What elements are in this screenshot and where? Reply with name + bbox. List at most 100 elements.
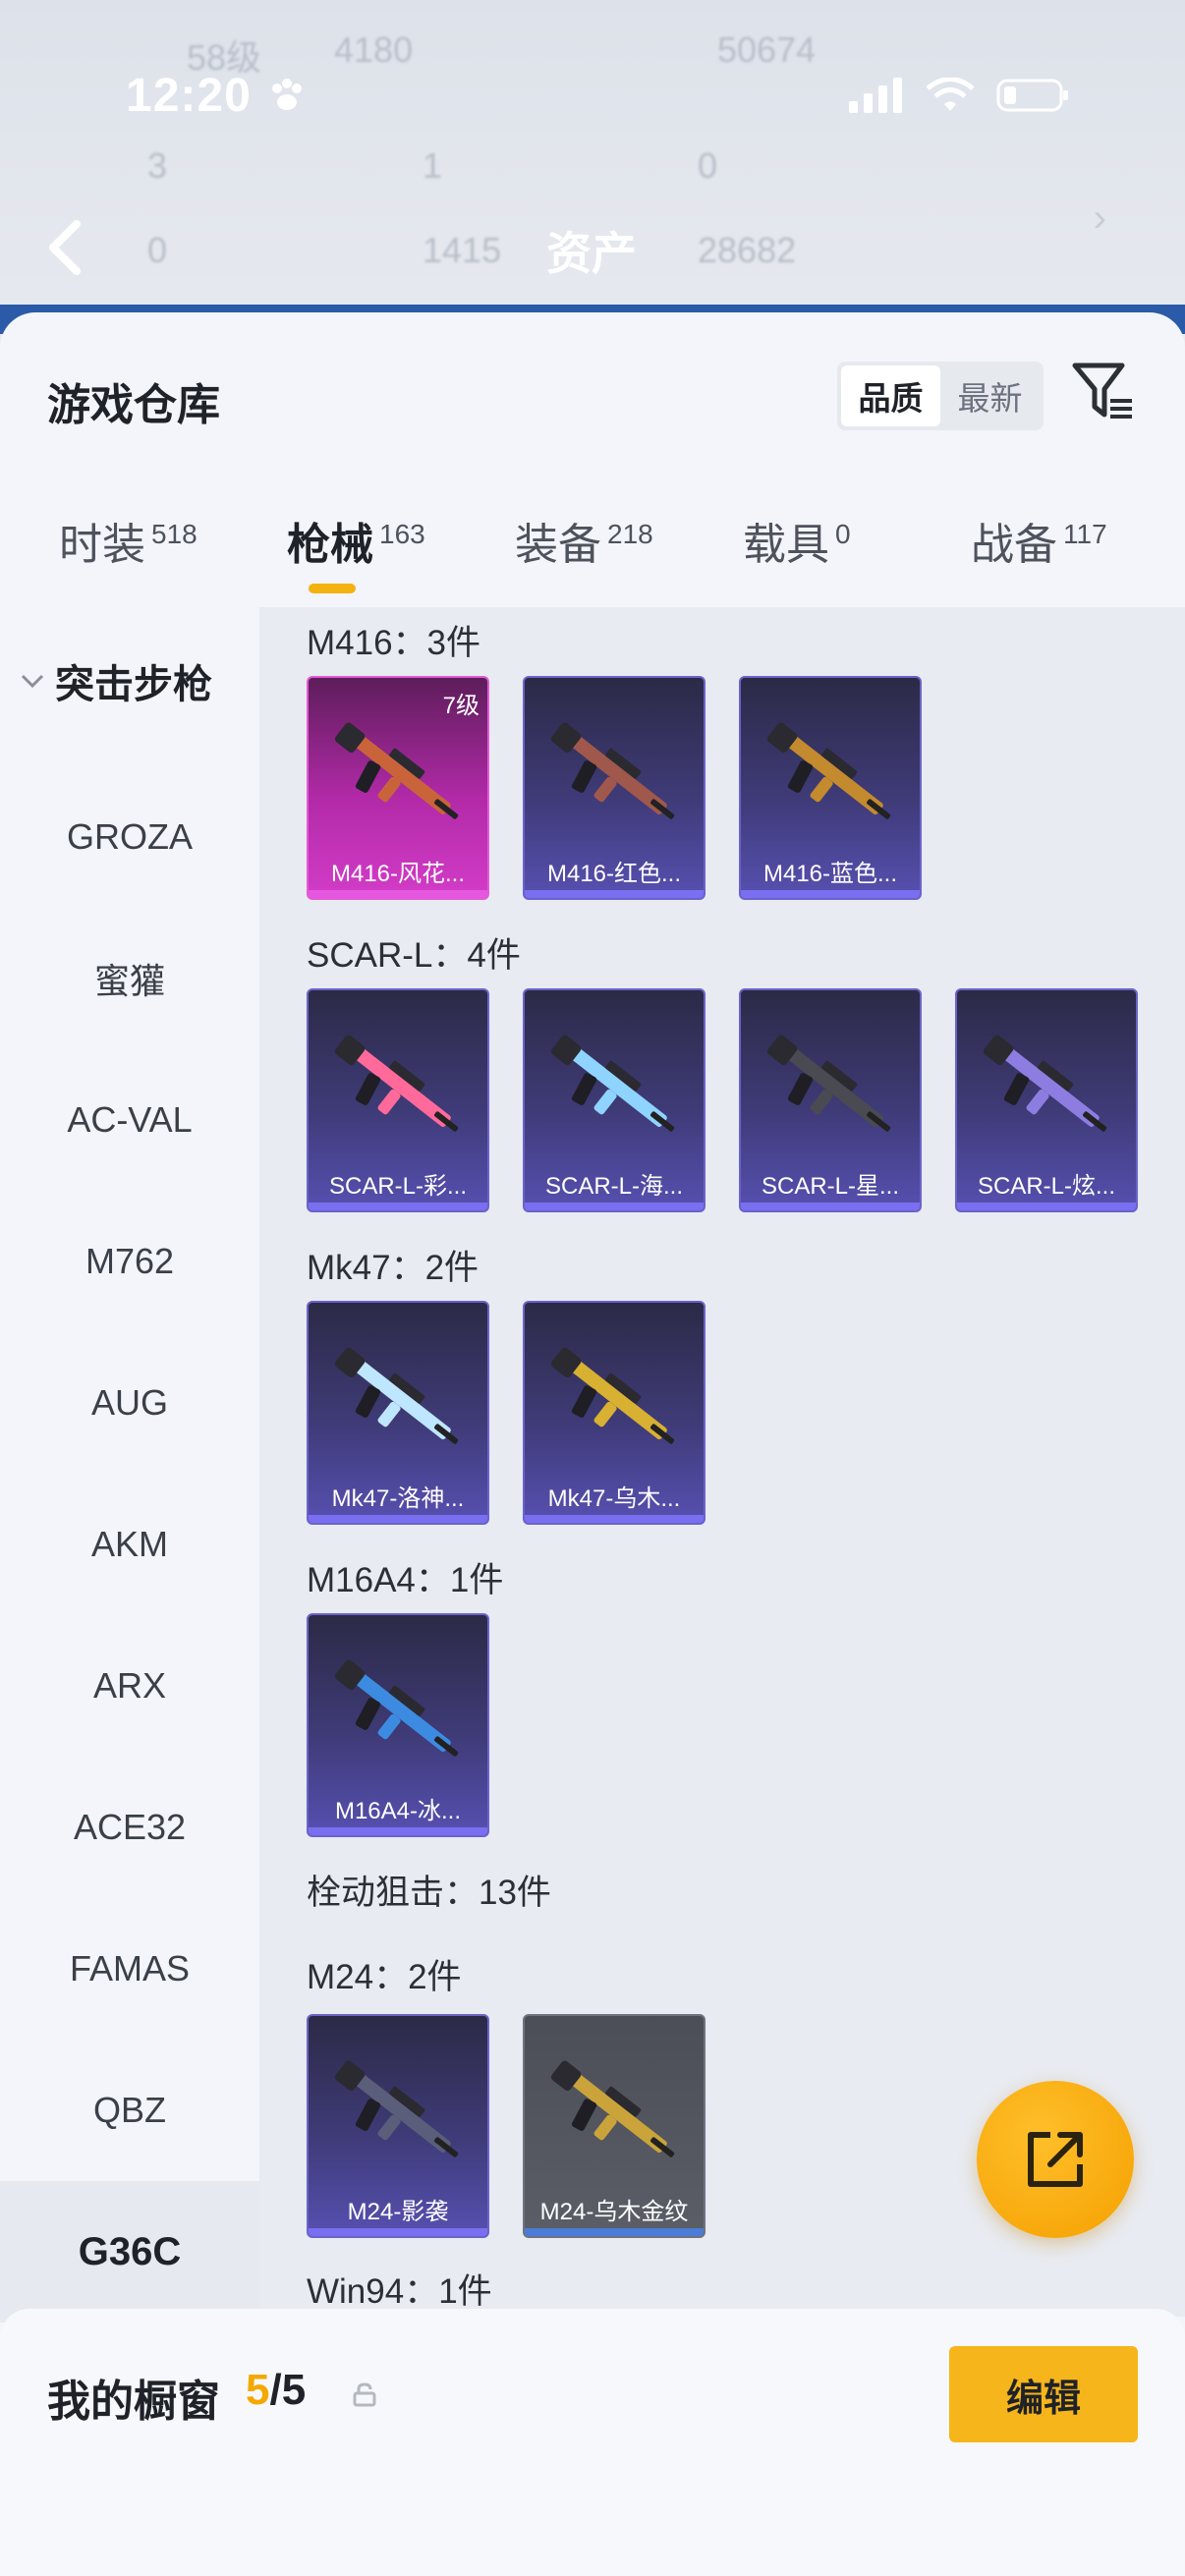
weapon-card[interactable]: M416-红色...	[523, 676, 705, 900]
share-external-icon	[1028, 2132, 1083, 2187]
bg-stat-2: 1	[423, 145, 443, 186]
sidebar-item-honey-badger[interactable]: 蜜獾	[0, 908, 259, 1049]
paw-icon	[272, 79, 302, 110]
rifle-icon	[334, 1659, 459, 1757]
bg-stat-4: 0	[147, 230, 168, 270]
tab-equipment[interactable]: 装备 218	[515, 509, 653, 572]
showcase-label: 我的橱窗	[47, 2378, 220, 2426]
weapon-card-name: Mk47-乌木...	[547, 1485, 681, 1512]
sidebar-group-assault-rifle[interactable]: 突击步枪	[20, 652, 212, 709]
tab-supplies[interactable]: 战备 117	[971, 509, 1107, 572]
rarity-strip	[741, 890, 920, 898]
background-page-title: 资产	[546, 228, 637, 279]
sidebar-group-label: 突击步枪	[55, 663, 212, 706]
weapon-card[interactable]: SCAR-L-彩...	[307, 988, 489, 1212]
status-time: 12:20	[126, 70, 252, 122]
tab-count: 0	[835, 519, 851, 549]
section-label-win94: Win94：1件	[307, 2272, 492, 2311]
rifle-icon	[550, 1035, 675, 1132]
weapon-card[interactable]: 7级 M416-风花...	[307, 676, 489, 900]
weapon-card[interactable]: M16A4-冰...	[307, 1613, 489, 1837]
rarity-strip	[525, 1515, 704, 1523]
section-label-bolt-sniper: 栓动狙击：13件	[307, 1874, 551, 1912]
rifle-icon	[334, 1347, 459, 1444]
weapon-card-name: SCAR-L-彩...	[328, 1173, 467, 1200]
tab-label: 装备	[515, 521, 601, 569]
weapon-card[interactable]: Mk47-乌木...	[523, 1301, 705, 1525]
weapon-card-name: SCAR-L-炫...	[977, 1173, 1115, 1200]
weapon-card[interactable]: Mk47-洛神...	[307, 1301, 489, 1525]
battery-icon	[996, 79, 1068, 112]
section-label-scar-l: SCAR-L：4件	[307, 936, 521, 975]
sidebar-item-qbz[interactable]: QBZ	[0, 2040, 259, 2181]
sheet-title: 游戏仓库	[47, 381, 220, 429]
rarity-strip	[525, 1203, 704, 1210]
rifle-icon	[766, 722, 891, 819]
sidebar-item-m762[interactable]: M762	[0, 1191, 259, 1332]
signal-icon	[849, 78, 902, 113]
showcase-bar: 我的橱窗 5/5 编辑	[0, 2309, 1185, 2576]
tab-fashion[interactable]: 时装 518	[59, 509, 198, 572]
weapon-card[interactable]: M24-乌木金纹	[523, 2014, 705, 2238]
rarity-strip	[525, 2228, 704, 2236]
weapon-card[interactable]: M24-影袭	[307, 2014, 489, 2238]
weapon-card[interactable]: SCAR-L-星...	[739, 988, 922, 1212]
showcase-current: 5	[246, 2366, 270, 2414]
sidebar-item-ac-val[interactable]: AC-VAL	[0, 1049, 259, 1191]
status-icons	[849, 77, 1071, 114]
weapon-card[interactable]: M416-蓝色...	[739, 676, 922, 900]
weapon-card[interactable]: SCAR-L-海...	[523, 988, 705, 1212]
rarity-strip	[309, 1203, 487, 1210]
rifle-icon	[334, 2060, 459, 2157]
rarity-strip	[309, 890, 487, 898]
bg-stat-5: 1415	[423, 230, 502, 270]
tab-vehicles[interactable]: 载具 0	[743, 509, 851, 572]
tab-count: 518	[151, 519, 198, 549]
rifle-icon	[983, 1035, 1107, 1132]
tab-label: 枪械	[287, 521, 373, 569]
weapon-card[interactable]: SCAR-L-炫...	[955, 988, 1138, 1212]
tab-count: 218	[607, 519, 653, 549]
warehouse-sheet: 游戏仓库 品质 最新 时装 518 枪械 163 装备 218 载具 0 战备 117	[0, 312, 1185, 2576]
weapon-card-name: M24-影袭	[347, 2199, 449, 2225]
sidebar-item-akm[interactable]: AKM	[0, 1474, 259, 1615]
weapon-card-name: M16A4-冰...	[334, 1798, 462, 1824]
rifle-icon	[334, 1035, 459, 1132]
weapon-card-name: M24-乌木金纹	[539, 2199, 689, 2225]
grade-badge: 7级	[442, 693, 480, 719]
weapon-list: M416：3件 SCAR-L：4件 Mk47：2件 M16A4：1件 栓动狙击：…	[259, 607, 1185, 2317]
weapon-card-name: Mk47-洛神...	[331, 1485, 465, 1512]
active-tab-indicator	[309, 584, 356, 593]
bg-value-2: 50674	[717, 29, 817, 70]
sidebar-item-arx[interactable]: ARX	[0, 1615, 259, 1757]
bg-stat-3: 0	[698, 145, 718, 186]
filter-icon[interactable]	[1071, 360, 1136, 424]
lock-icon	[353, 2382, 376, 2407]
sidebar-item-ace32[interactable]: ACE32	[0, 1757, 259, 1898]
sort-toggle: 品质 最新	[837, 362, 1044, 430]
sidebar-item-famas[interactable]: FAMAS	[0, 1898, 259, 2040]
chevron-down-icon	[21, 674, 44, 689]
back-arrow-icon[interactable]	[45, 218, 85, 277]
sort-quality[interactable]: 品质	[841, 365, 940, 426]
rifle-icon	[550, 722, 675, 819]
section-label-m24: M24：2件	[307, 1958, 462, 1996]
sort-newest[interactable]: 最新	[940, 365, 1040, 426]
edit-button[interactable]: 编辑	[949, 2346, 1138, 2442]
tab-guns[interactable]: 枪械 163	[287, 509, 425, 572]
rarity-strip	[309, 1827, 487, 1835]
tab-count: 117	[1063, 519, 1107, 549]
bg-value-1: 4180	[334, 29, 414, 70]
showcase-total: /5	[269, 2366, 307, 2414]
share-button[interactable]	[977, 2081, 1134, 2238]
weapon-card-name: M416-红色...	[546, 861, 682, 887]
bg-stat-6: 28682	[698, 230, 797, 270]
rarity-strip	[309, 1515, 487, 1523]
weapon-card-name: M416-蓝色...	[762, 861, 898, 887]
rarity-strip	[957, 1203, 1136, 1210]
sidebar-item-g36c[interactable]: G36C	[0, 2181, 259, 2323]
sidebar-item-groza[interactable]: GROZA	[0, 766, 259, 908]
sidebar-item-aug[interactable]: AUG	[0, 1332, 259, 1474]
rarity-strip	[309, 2228, 487, 2236]
weapon-card-name: SCAR-L-星...	[761, 1173, 899, 1200]
